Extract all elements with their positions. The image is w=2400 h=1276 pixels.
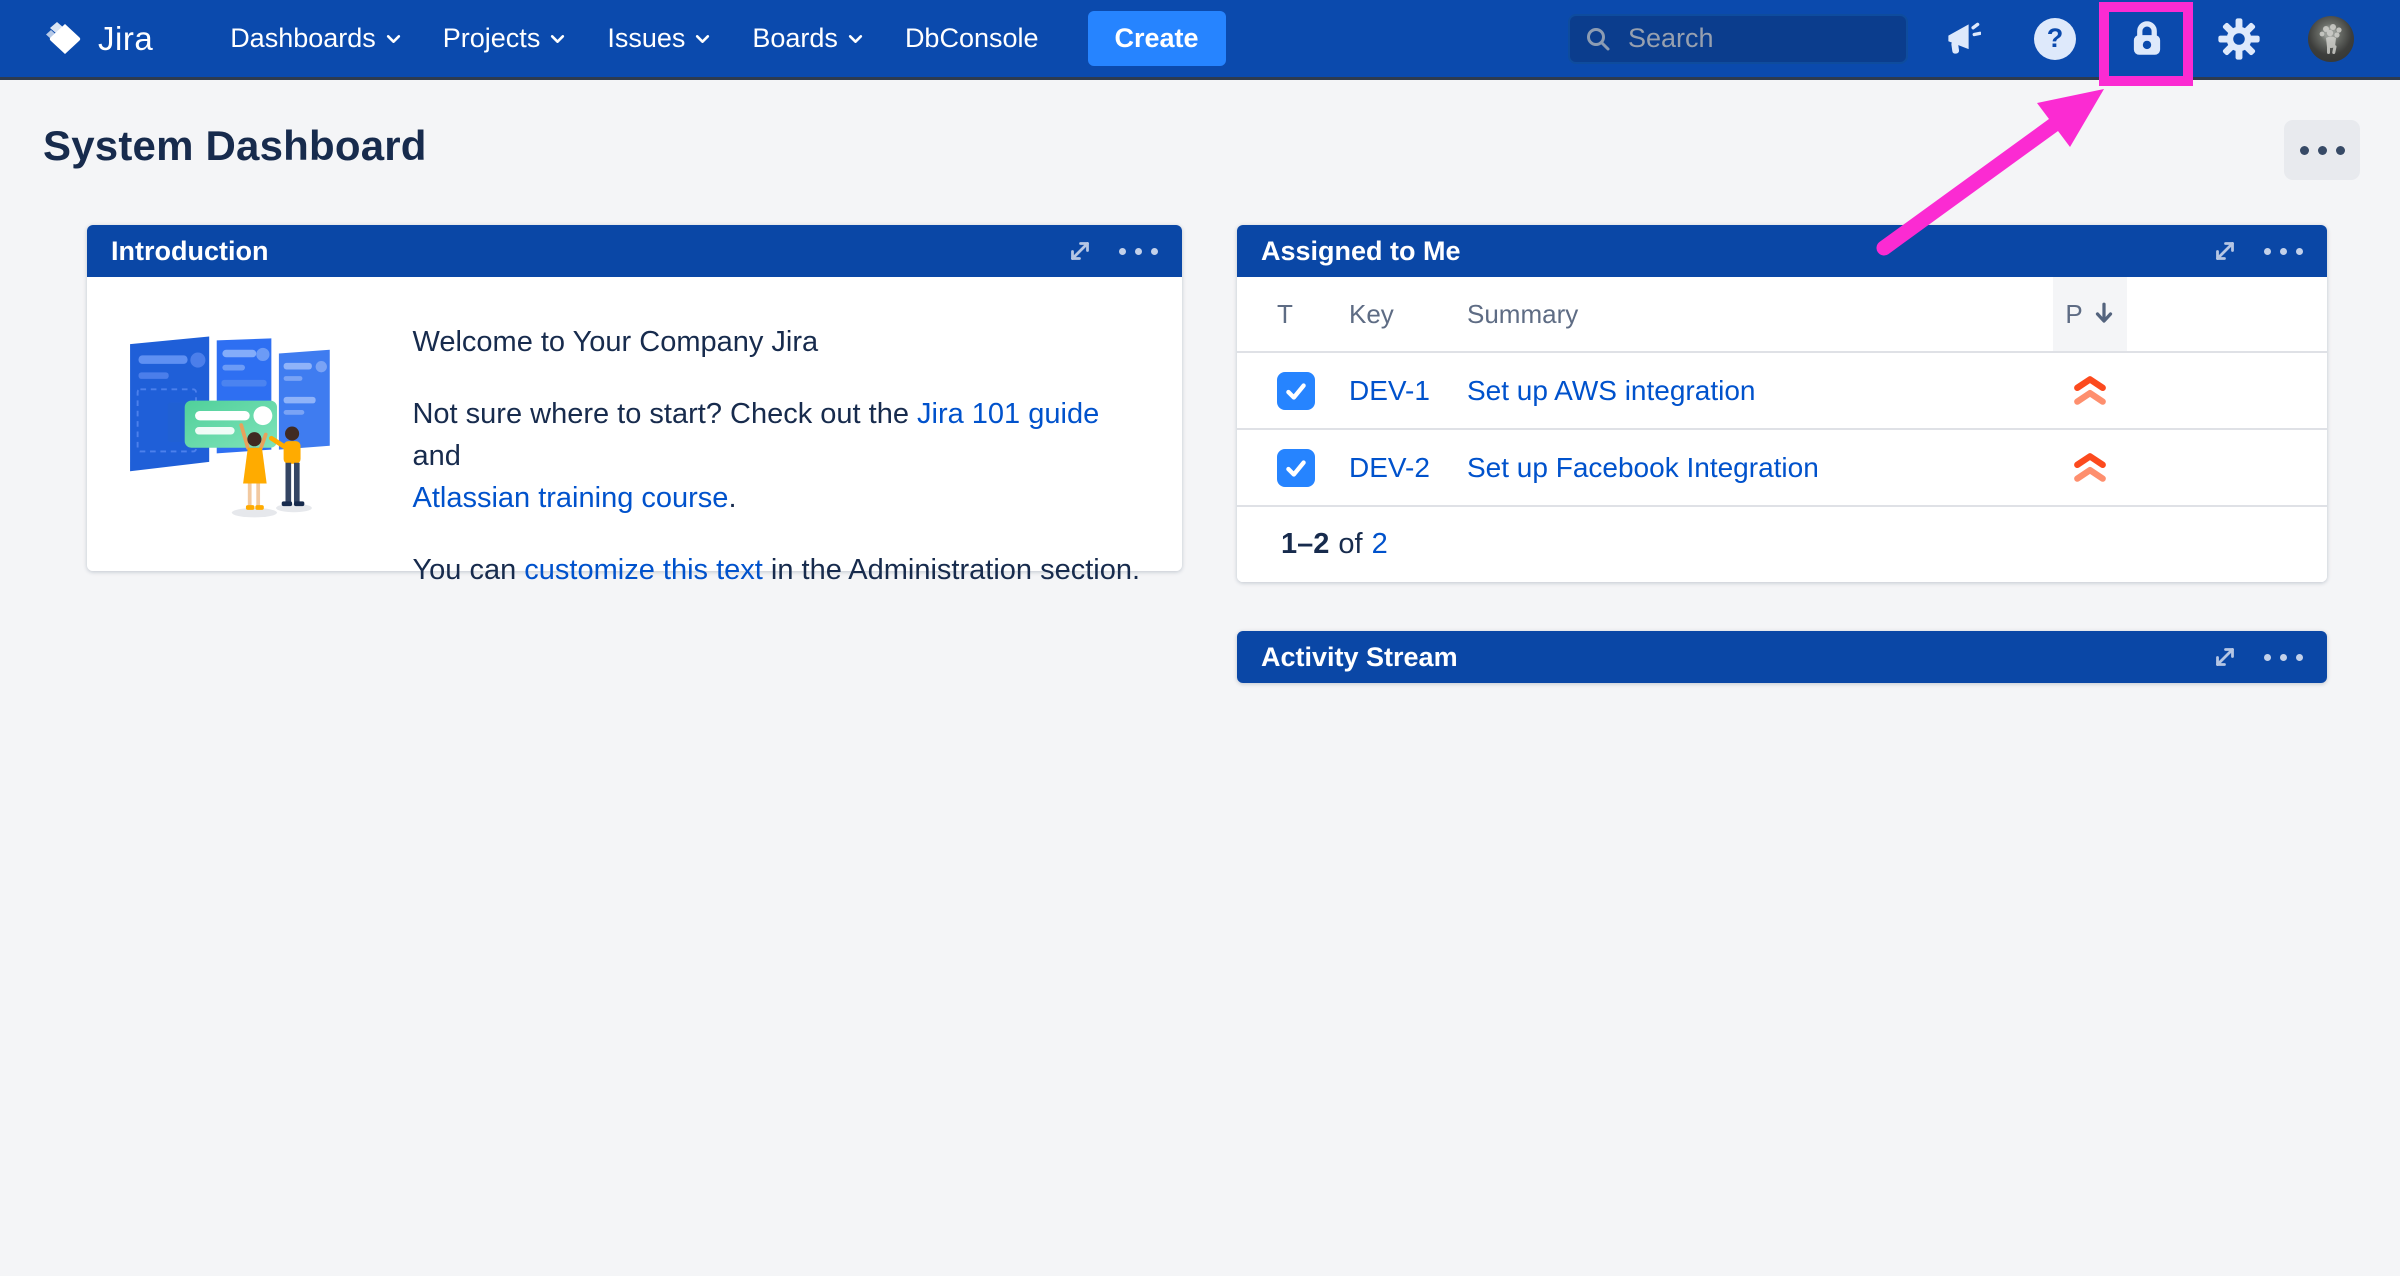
assigned-to-me-gadget: Assigned to Me T Key Summary P xyxy=(1237,225,2327,582)
page-title: System Dashboard xyxy=(43,122,427,170)
highest-priority-icon xyxy=(2053,452,2127,484)
task-checkbox-icon xyxy=(1277,372,1315,410)
menu-issues[interactable]: Issues xyxy=(586,0,731,77)
jira-logo-text: Jira xyxy=(98,20,153,58)
dot xyxy=(2300,146,2309,155)
column-type[interactable]: T xyxy=(1277,299,1349,330)
customize-line: You can customize this text in the Admin… xyxy=(412,549,1142,591)
pagination-total-link[interactable]: 2 xyxy=(1372,528,1388,561)
welcome-line: Welcome to Your Company Jira xyxy=(412,321,1142,363)
column-priority[interactable]: P xyxy=(2053,277,2127,351)
activity-stream-gadget-header[interactable]: Activity Stream xyxy=(1237,631,2327,683)
column-summary[interactable]: Summary xyxy=(1467,299,2053,330)
announcements-button[interactable] xyxy=(1940,16,1986,62)
introduction-text: Welcome to Your Company Jira Not sure wh… xyxy=(412,309,1142,571)
avatar-image xyxy=(2308,16,2354,62)
menu-dashboards-label: Dashboards xyxy=(230,23,376,54)
chevron-down-icon xyxy=(848,34,863,44)
svg-text:?: ? xyxy=(2047,23,2064,53)
issue-key-link[interactable]: DEV-1 xyxy=(1349,375,1467,407)
create-button[interactable]: Create xyxy=(1088,11,1226,66)
issue-summary-link[interactable]: Set up Facebook Integration xyxy=(1467,452,2053,484)
gear-icon xyxy=(2217,17,2261,61)
help-icon: ? xyxy=(2032,16,2078,62)
navbar-icons: ? xyxy=(1940,16,2354,62)
text: and xyxy=(412,440,460,472)
lock-button[interactable] xyxy=(2124,16,2170,62)
user-avatar[interactable] xyxy=(2308,16,2354,62)
menu-projects[interactable]: Projects xyxy=(422,0,587,77)
search-input[interactable] xyxy=(1626,22,1892,55)
settings-button[interactable] xyxy=(2216,16,2262,62)
menu-projects-label: Projects xyxy=(443,23,541,54)
customize-this-text-link[interactable]: customize this text xyxy=(524,554,763,586)
assigned-to-me-gadget-header[interactable]: Assigned to Me xyxy=(1237,225,2327,277)
menu-dbconsole-label: DbConsole xyxy=(905,23,1039,54)
pagination-range: 1–2 xyxy=(1281,528,1329,561)
main-menu: Dashboards Projects Issues Boards DbCons… xyxy=(209,0,1059,77)
navbar: Jira Dashboards Projects Issues Boards D… xyxy=(0,0,2400,80)
task-checkbox-icon xyxy=(1277,449,1315,487)
expand-icon[interactable] xyxy=(2210,236,2240,266)
dashboard-more-button[interactable] xyxy=(2284,120,2360,180)
jira-101-guide-link[interactable]: Jira 101 guide xyxy=(917,398,1099,430)
text: You can xyxy=(412,554,524,586)
activity-stream-gadget-title: Activity Stream xyxy=(1261,642,1458,673)
menu-dbconsole[interactable]: DbConsole xyxy=(884,0,1060,77)
chevron-down-icon xyxy=(550,34,565,44)
gadget-menu-icon[interactable] xyxy=(1119,248,1158,255)
activity-stream-gadget: Activity Stream xyxy=(1237,631,2327,683)
gadget-tools xyxy=(1065,236,1158,266)
introduction-gadget: Introduction xyxy=(87,225,1182,571)
menu-boards[interactable]: Boards xyxy=(731,0,884,77)
menu-boards-label: Boards xyxy=(752,23,838,54)
introduction-gadget-body: Welcome to Your Company Jira Not sure wh… xyxy=(87,277,1182,571)
expand-icon[interactable] xyxy=(1065,236,1095,266)
help-button[interactable]: ? xyxy=(2032,16,2078,62)
pagination: 1–2 of 2 xyxy=(1237,505,2327,582)
chevron-down-icon xyxy=(386,34,401,44)
search-box[interactable] xyxy=(1568,14,1908,64)
dot xyxy=(2336,146,2345,155)
getting-started-line: Not sure where to start? Check out the J… xyxy=(412,393,1142,519)
issue-summary-link[interactable]: Set up AWS integration xyxy=(1467,375,2053,407)
table-row: DEV-2 Set up Facebook Integration xyxy=(1237,428,2327,505)
gadget-tools xyxy=(2210,642,2303,672)
gadget-menu-icon[interactable] xyxy=(2264,248,2303,255)
text: Not sure where to start? Check out the xyxy=(412,398,917,430)
introduction-gadget-header[interactable]: Introduction xyxy=(87,225,1182,277)
menu-issues-label: Issues xyxy=(607,23,685,54)
table-row: DEV-1 Set up AWS integration xyxy=(1237,351,2327,428)
introduction-gadget-title: Introduction xyxy=(111,236,268,267)
issue-table-header: T Key Summary P xyxy=(1237,277,2327,351)
sort-descending-icon xyxy=(2093,301,2115,327)
welcome-illustration xyxy=(115,309,350,544)
issue-key-link[interactable]: DEV-2 xyxy=(1349,452,1467,484)
highest-priority-icon xyxy=(2053,375,2127,407)
gadget-tools xyxy=(2210,236,2303,266)
assigned-to-me-gadget-body: T Key Summary P DEV-1 Set up AWS integra… xyxy=(1237,277,2327,582)
pagination-of: of xyxy=(1338,528,1362,561)
jira-logo[interactable]: Jira xyxy=(44,18,153,60)
gadget-menu-icon[interactable] xyxy=(2264,654,2303,661)
dot xyxy=(2318,146,2327,155)
expand-icon[interactable] xyxy=(2210,642,2240,672)
lock-icon xyxy=(2126,18,2168,60)
column-priority-label: P xyxy=(2065,299,2082,330)
megaphone-icon xyxy=(1945,21,1981,57)
atlassian-training-course-link[interactable]: Atlassian training course xyxy=(412,482,728,514)
chevron-down-icon xyxy=(695,34,710,44)
search-icon xyxy=(1584,25,1612,53)
text: in the Administration section. xyxy=(763,554,1140,586)
menu-dashboards[interactable]: Dashboards xyxy=(209,0,422,77)
jira-logo-icon xyxy=(44,18,86,60)
assigned-to-me-gadget-title: Assigned to Me xyxy=(1261,236,1461,267)
column-key[interactable]: Key xyxy=(1349,299,1467,330)
text: . xyxy=(728,482,736,514)
